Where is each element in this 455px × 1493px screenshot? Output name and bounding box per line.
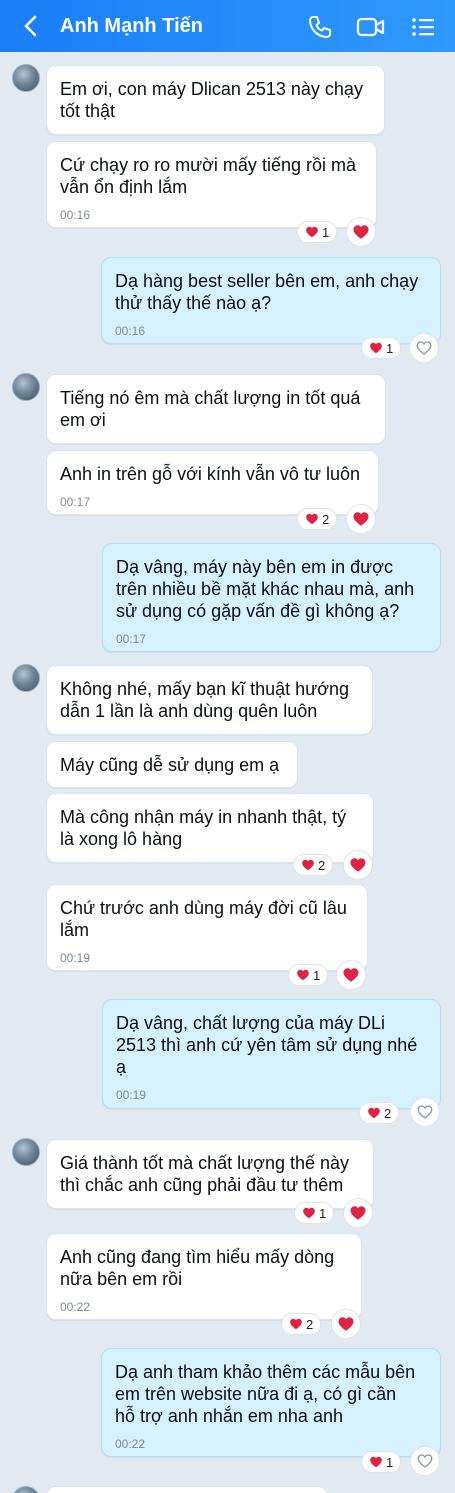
heart-outline-icon (417, 1105, 433, 1119)
reaction-summary[interactable]: 1 (361, 1451, 402, 1473)
heart-icon (290, 1318, 302, 1330)
message-text: Giá thành tốt mà chất lượng thế này thì … (60, 1153, 350, 1195)
message-bubble-incoming[interactable]: Mà công nhận máy in nhanh thật, tý là xo… (46, 793, 374, 863)
message-text: Máy cũng dễ sử dụng em ạ (60, 755, 280, 775)
menu-list-icon[interactable] (409, 13, 437, 41)
reaction-count: 2 (306, 1316, 314, 1332)
message-text: Mà công nhận máy in nhanh thật, tý là xo… (60, 807, 347, 849)
message-bubble-incoming[interactable]: Tiếng nó êm mà chất lượng in tốt quá em … (46, 374, 386, 444)
chat-header: Anh Mạnh Tiến (0, 0, 455, 52)
heart-icon (368, 1107, 380, 1119)
reaction-count: 2 (322, 511, 330, 527)
react-button[interactable] (343, 850, 373, 880)
heart-icon (302, 859, 314, 871)
message-bubble-incoming[interactable]: Anh cũng đang tìm hiểu mấy dòng nữa bên … (46, 1233, 362, 1320)
heart-icon (370, 1456, 382, 1468)
reaction-count: 1 (386, 1454, 394, 1470)
message-bubble-incoming[interactable]: Giá thành tốt mà chất lượng thế này thì … (46, 1139, 374, 1209)
react-button[interactable] (346, 504, 376, 534)
message-text: Em ơi, con máy Dlican 2513 này chạy tốt … (60, 79, 363, 121)
reaction-summary[interactable]: 2 (297, 508, 338, 530)
avatar[interactable] (12, 64, 40, 92)
message-text: Chứ trước anh dùng máy đời cũ lâu lắm (60, 898, 347, 940)
message-text: Anh in trên gỗ với kính vẫn vô tư luôn (60, 464, 361, 484)
message-bubble-incoming[interactable] (46, 1486, 328, 1493)
reaction-count: 1 (313, 967, 321, 983)
heart-icon (303, 1207, 315, 1219)
avatar[interactable] (12, 664, 40, 692)
reaction-count: 2 (318, 857, 326, 873)
reaction-summary[interactable]: 1 (297, 221, 338, 243)
message-text: Tiếng nó êm mà chất lượng in tốt quá em … (60, 388, 361, 430)
avatar[interactable] (12, 373, 40, 401)
react-button[interactable] (336, 960, 366, 990)
react-button[interactable] (346, 217, 376, 247)
heart-icon (306, 513, 318, 525)
contact-name[interactable]: Anh Mạnh Tiến (60, 15, 203, 38)
message-bubble-incoming[interactable]: Chứ trước anh dùng máy đời cũ lâu lắm 00… (46, 884, 368, 971)
heart-filled-icon (343, 968, 359, 982)
avatar[interactable] (12, 1138, 40, 1166)
reaction-summary[interactable]: 2 (359, 1102, 400, 1124)
heart-filled-icon (350, 1206, 366, 1220)
reaction-count: 1 (386, 340, 394, 356)
react-button[interactable] (409, 333, 439, 363)
message-bubble-incoming[interactable]: Cứ chạy ro ro mười mấy tiếng rồi mà vẫn … (46, 141, 377, 228)
react-button[interactable] (410, 1446, 440, 1476)
message-text: Dạ hàng best seller bên em, anh chạy thử… (115, 271, 419, 313)
heart-filled-icon (353, 225, 369, 239)
avatar[interactable] (12, 1486, 40, 1493)
heart-filled-icon (353, 512, 369, 526)
back-chevron-icon[interactable] (20, 14, 42, 38)
message-bubble-outgoing[interactable]: Dạ hàng best seller bên em, anh chạy thử… (101, 257, 441, 344)
message-bubble-outgoing[interactable]: Dạ vâng, máy này bên em in được trên nhi… (102, 543, 441, 652)
message-bubble-incoming[interactable]: Máy cũng dễ sử dụng em ạ (46, 741, 298, 788)
message-text: Dạ anh tham khảo thêm các mẫu bên em trê… (115, 1362, 416, 1426)
message-bubble-outgoing[interactable]: Dạ vâng, chất lượng của máy DLi 2513 thì… (102, 999, 441, 1109)
heart-outline-icon (417, 1454, 433, 1468)
message-text: Không nhé, mấy bạn kĩ thuật hướng dẫn 1 … (60, 679, 350, 721)
message-bubble-incoming[interactable]: Anh in trên gỗ với kính vẫn vô tư luôn 0… (46, 450, 379, 515)
message-text: Cứ chạy ro ro mười mấy tiếng rồi mà vẫn … (60, 155, 356, 197)
message-bubble-incoming[interactable]: Không nhé, mấy bạn kĩ thuật hướng dẫn 1 … (46, 665, 373, 735)
message-bubble-incoming[interactable]: Em ơi, con máy Dlican 2513 này chạy tốt … (46, 65, 385, 135)
phone-icon[interactable] (306, 13, 334, 41)
reaction-summary[interactable]: 2 (293, 854, 334, 876)
react-button[interactable] (343, 1198, 373, 1228)
heart-icon (370, 342, 382, 354)
heart-outline-icon (416, 341, 432, 355)
react-button[interactable] (410, 1097, 440, 1127)
message-time: 00:17 (116, 632, 147, 646)
heart-filled-icon (338, 1317, 354, 1331)
reaction-summary[interactable]: 1 (361, 337, 402, 359)
reaction-summary[interactable]: 2 (281, 1313, 322, 1335)
heart-icon (306, 226, 318, 238)
reaction-summary[interactable]: 1 (288, 964, 329, 986)
react-button[interactable] (331, 1309, 361, 1339)
message-bubble-outgoing[interactable]: Dạ anh tham khảo thêm các mẫu bên em trê… (101, 1348, 441, 1457)
reaction-summary[interactable]: 1 (294, 1202, 335, 1224)
reaction-count: 1 (319, 1205, 327, 1221)
reaction-count: 1 (322, 224, 330, 240)
heart-filled-icon (350, 858, 366, 872)
message-text: Anh cũng đang tìm hiểu mấy dòng nữa bên … (60, 1247, 335, 1289)
heart-icon (297, 969, 309, 981)
message-text: Dạ vâng, máy này bên em in được trên nhi… (116, 557, 415, 621)
video-call-icon[interactable] (356, 13, 386, 41)
message-text: Dạ vâng, chất lượng của máy DLi 2513 thì… (116, 1013, 418, 1077)
reaction-count: 2 (384, 1105, 392, 1121)
